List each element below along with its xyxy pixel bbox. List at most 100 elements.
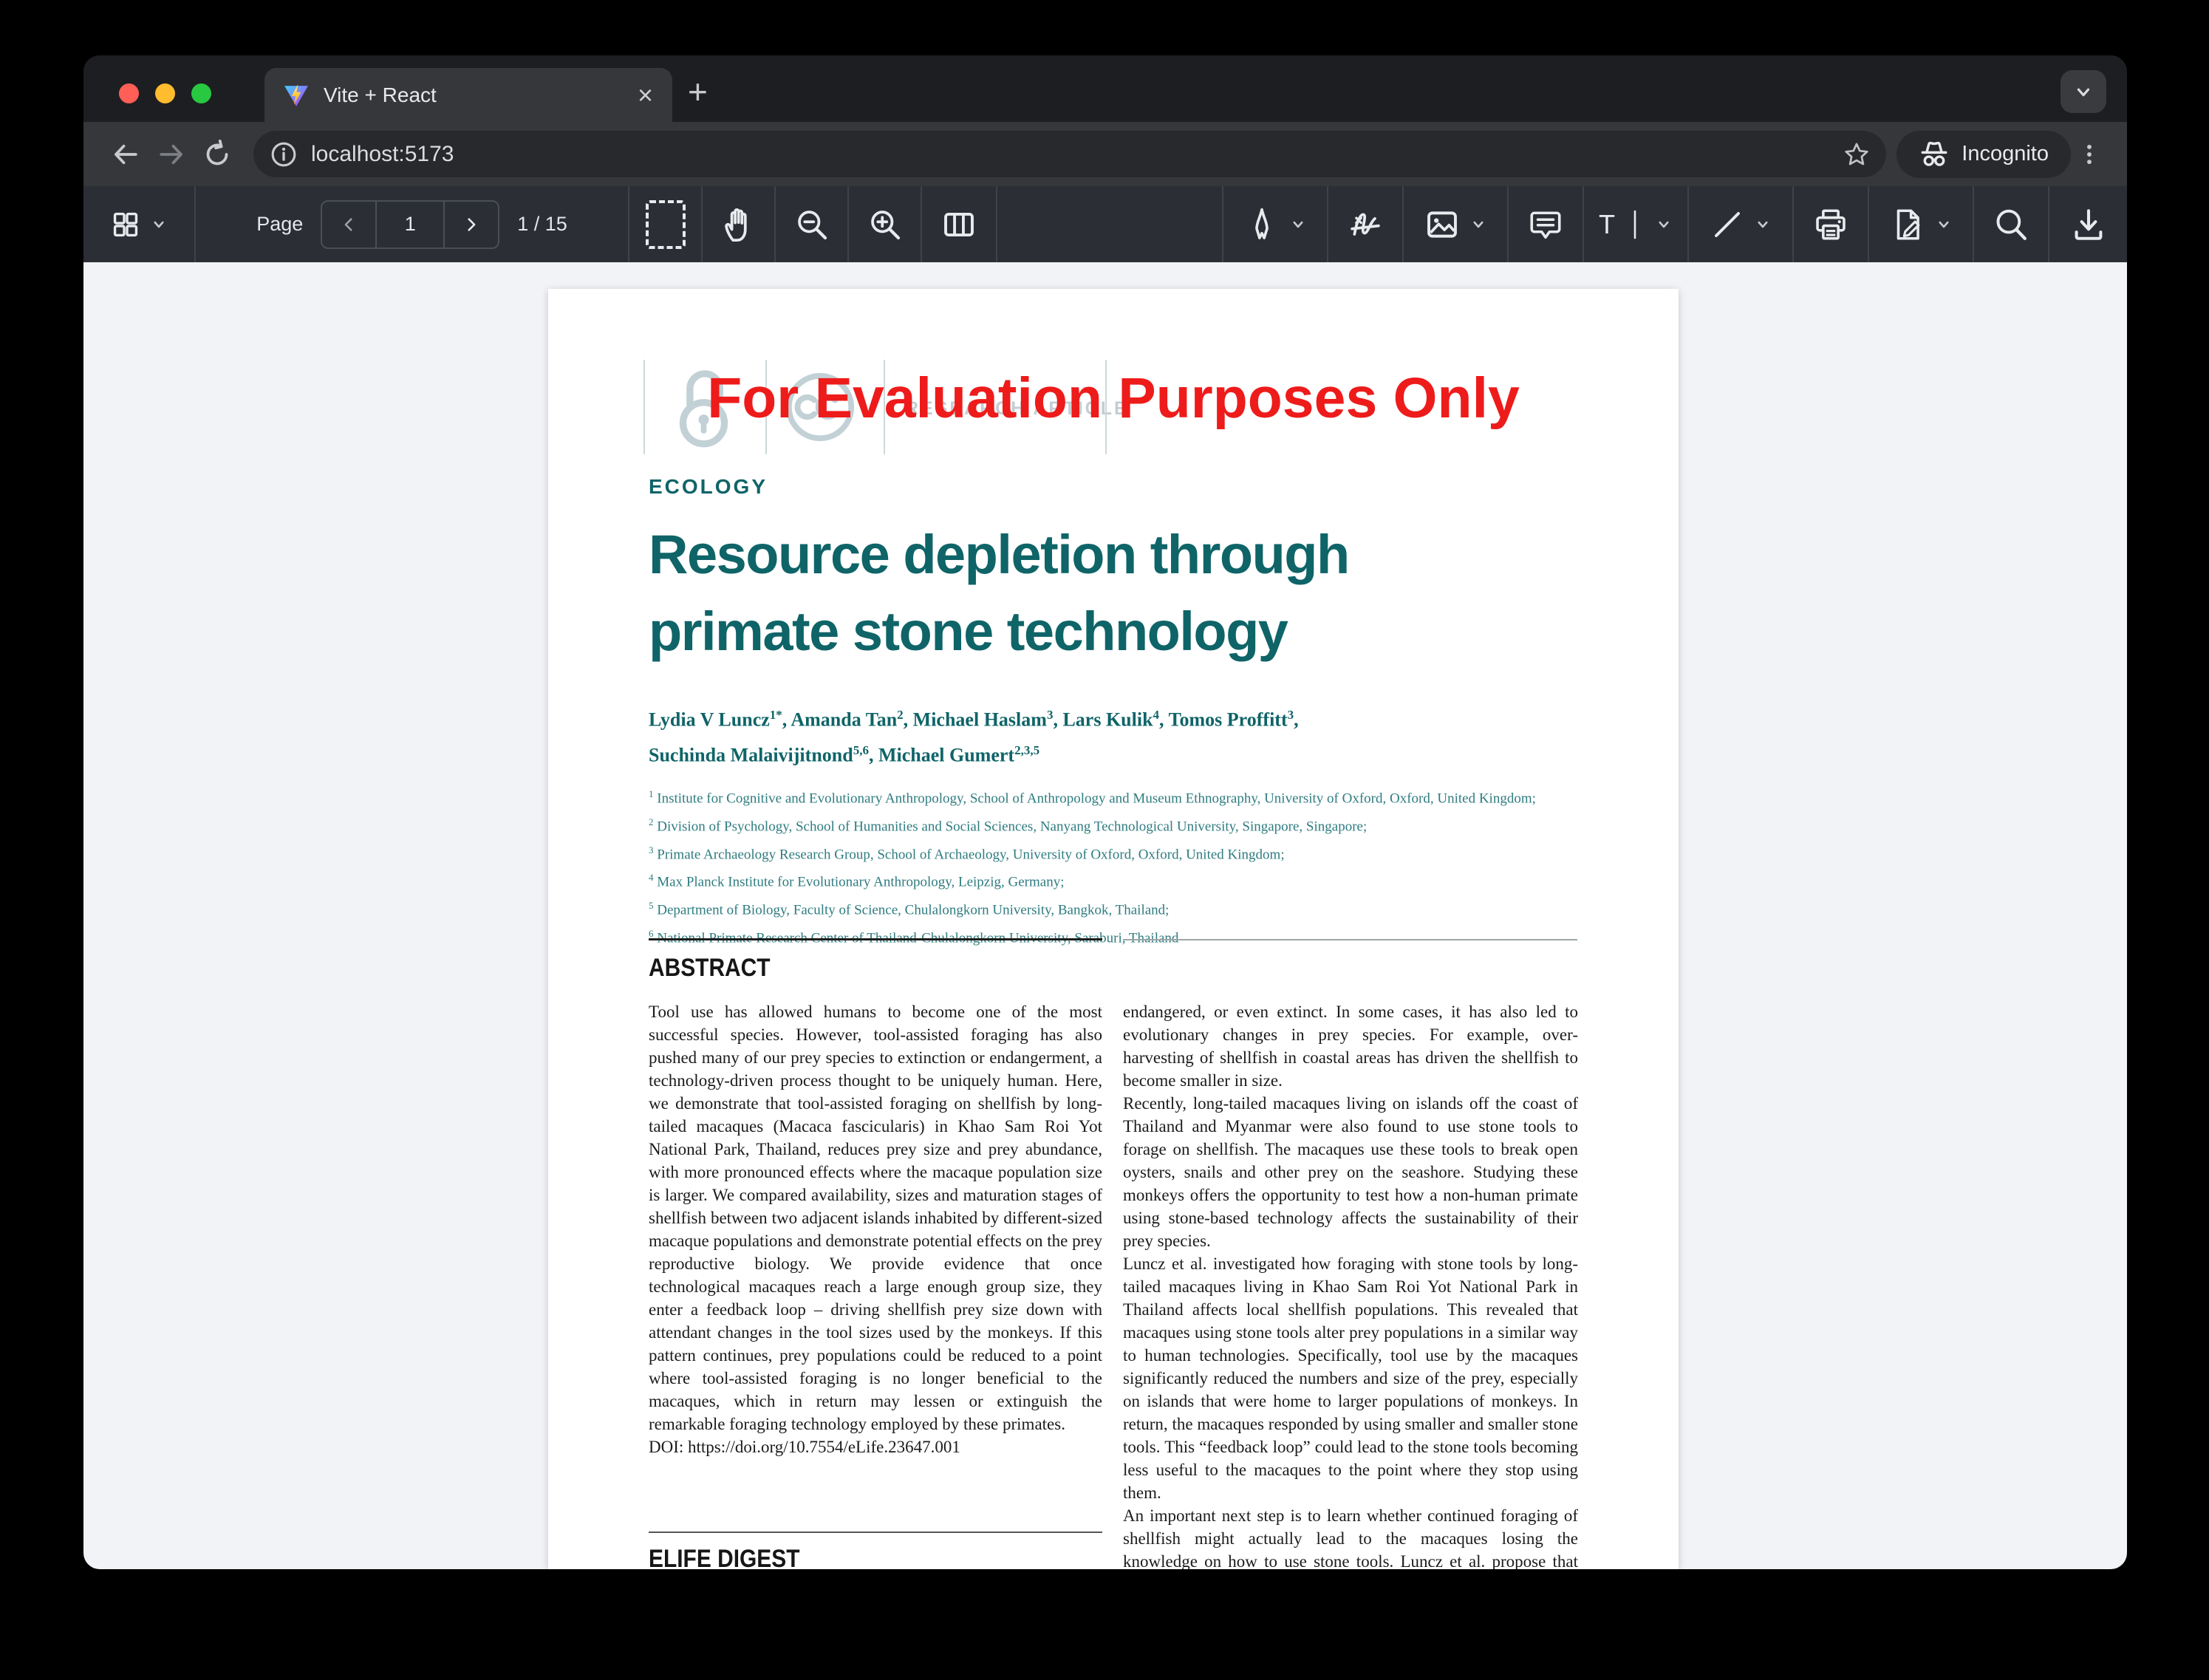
- digest-paragraph: endangered, or even extinct. In some cas…: [1123, 1000, 1578, 1092]
- page-stepper: 1: [321, 200, 499, 249]
- insert-image-button[interactable]: [1404, 186, 1507, 262]
- search-document-button[interactable]: [1974, 186, 2048, 262]
- signature-icon: [1346, 205, 1385, 244]
- page-indicator: 1 / 15: [517, 213, 567, 236]
- search-icon: [1993, 206, 2029, 243]
- browser-window: Vite + React × +: [83, 55, 2127, 1569]
- grid-icon: [110, 209, 141, 240]
- address-bar[interactable]: localhost:5173: [253, 131, 1886, 177]
- authors-line-2: Suchinda Malaivijitnond5,6, Michael Gume…: [649, 735, 1299, 771]
- chevron-down-icon: [1754, 216, 1772, 233]
- line-tool-button[interactable]: [1689, 186, 1792, 262]
- evaluation-watermark: For Evaluation Purposes Only: [548, 366, 1679, 431]
- kebab-menu-icon: [2076, 141, 2103, 168]
- doi-link[interactable]: DOI: https://doi.org/10.7554/eLife.23647…: [649, 1435, 1102, 1458]
- url-text[interactable]: localhost:5173: [311, 142, 1843, 167]
- chevron-left-icon: [339, 215, 358, 234]
- back-arrow-icon: [111, 140, 140, 169]
- tab-search-caret-button[interactable]: [2061, 70, 2106, 113]
- printer-icon: [1812, 206, 1849, 243]
- download-button[interactable]: [2049, 186, 2127, 262]
- sign-document-button[interactable]: [1869, 186, 1973, 262]
- browser-toolbar: localhost:5173 Incognito: [83, 122, 2127, 186]
- author-list: Lydia V Luncz1*, Amanda Tan2, Michael Ha…: [649, 700, 1299, 770]
- chevron-down-icon: [1469, 216, 1487, 233]
- abstract-rule: [649, 938, 1102, 940]
- digest-paragraph: Recently, long-tailed macaques living on…: [1123, 1092, 1578, 1252]
- print-button[interactable]: [1794, 186, 1868, 262]
- affiliation-item: 1 Institute for Cognitive and Evolutiona…: [649, 782, 1536, 810]
- affiliation-item: 4 Max Planck Institute for Evolutionary …: [649, 866, 1536, 894]
- two-column-view-icon: [940, 206, 977, 243]
- select-tool-button[interactable]: [629, 186, 701, 262]
- site-info-icon[interactable]: [270, 140, 298, 168]
- affiliation-item: 6 National Primate Research Center of Th…: [649, 922, 1536, 950]
- page-number-input[interactable]: 1: [375, 202, 445, 247]
- affiliation-list: 1 Institute for Cognitive and Evolutiona…: [649, 782, 1536, 950]
- chevron-down-icon: [150, 216, 168, 233]
- chevron-down-icon: [1935, 216, 1953, 233]
- vite-favicon-icon: [284, 83, 309, 108]
- document-edit-icon: [1889, 206, 1926, 243]
- forward-arrow-icon: [157, 140, 186, 169]
- zoom-out-button[interactable]: [776, 186, 847, 262]
- title-line-1: Resource depletion through: [649, 516, 1349, 593]
- tab-title: Vite + React: [324, 83, 638, 107]
- window-controls: [119, 83, 211, 103]
- pdf-toolbar: Page 1 1 / 15: [83, 186, 2127, 262]
- new-tab-button[interactable]: +: [688, 75, 708, 109]
- incognito-label: Incognito: [1962, 142, 2049, 166]
- affiliation-item: 5 Department of Biology, Faculty of Scie…: [649, 894, 1536, 922]
- close-window-button[interactable]: [119, 83, 139, 103]
- browser-menu-button[interactable]: [2071, 141, 2108, 168]
- abstract-text: Tool use has allowed humans to become on…: [649, 1000, 1102, 1435]
- next-page-button[interactable]: [445, 202, 498, 247]
- digest-column: endangered, or even extinct. In some cas…: [1123, 1000, 1578, 1569]
- reload-button[interactable]: [194, 132, 240, 177]
- page-layout-button[interactable]: [922, 186, 996, 262]
- hand-tool-button[interactable]: [703, 186, 774, 262]
- digest-paragraph: An important next step is to learn wheth…: [1123, 1504, 1578, 1569]
- text-tool-button[interactable]: T: [1584, 186, 1687, 262]
- freehand-annotation-button[interactable]: [1328, 186, 1402, 262]
- article-title: Resource depletion through primate stone…: [649, 516, 1349, 670]
- page-label: Page: [256, 213, 303, 236]
- text-cursor-icon: [1624, 208, 1646, 241]
- previous-page-button[interactable]: [322, 202, 375, 247]
- comment-icon: [1528, 207, 1563, 242]
- forward-button[interactable]: [148, 132, 194, 177]
- hand-icon: [720, 205, 758, 244]
- zoom-window-button[interactable]: [191, 83, 211, 103]
- pen-tool-button[interactable]: [1223, 186, 1327, 262]
- tab-close-icon[interactable]: ×: [638, 82, 653, 109]
- marquee-select-icon: [646, 200, 686, 249]
- bookmark-star-icon[interactable]: [1843, 141, 1870, 168]
- authors-line-1: Lydia V Luncz1*, Amanda Tan2, Michael Ha…: [649, 700, 1299, 735]
- chevron-down-icon: [1289, 216, 1307, 233]
- right-column-rule: [1123, 939, 1577, 940]
- minimize-window-button[interactable]: [155, 83, 175, 103]
- tab-vite-react[interactable]: Vite + React ×: [264, 68, 672, 122]
- affiliation-item: 3 Primate Archaeology Research Group, Sc…: [649, 839, 1536, 867]
- thumbnail-panel-button[interactable]: [83, 186, 194, 262]
- screen: Vite + React × +: [0, 0, 2209, 1680]
- zoom-out-icon: [794, 207, 830, 242]
- back-button[interactable]: [103, 132, 148, 177]
- zoom-in-button[interactable]: [849, 186, 921, 262]
- pen-nib-icon: [1243, 206, 1280, 243]
- digest-heading: ELIFE DIGEST: [649, 1545, 820, 1569]
- incognito-icon: [1919, 139, 1950, 170]
- title-line-2: primate stone technology: [649, 593, 1349, 670]
- abstract-heading: ABSTRACT: [649, 954, 787, 983]
- chevron-down-icon: [2072, 81, 2094, 103]
- pdf-viewport[interactable]: RESEARCH ARTICLE For Evaluation Purposes…: [83, 262, 2127, 1569]
- pdf-page: RESEARCH ARTICLE For Evaluation Purposes…: [548, 289, 1679, 1569]
- image-icon: [1424, 206, 1461, 243]
- affiliation-item: 2 Division of Psychology, School of Huma…: [649, 810, 1536, 839]
- chevron-down-icon: [1655, 216, 1673, 233]
- zoom-in-icon: [867, 207, 903, 242]
- comment-button[interactable]: [1509, 186, 1583, 262]
- line-icon: [1710, 207, 1745, 242]
- chevron-right-icon: [462, 215, 481, 234]
- reload-icon: [202, 140, 232, 169]
